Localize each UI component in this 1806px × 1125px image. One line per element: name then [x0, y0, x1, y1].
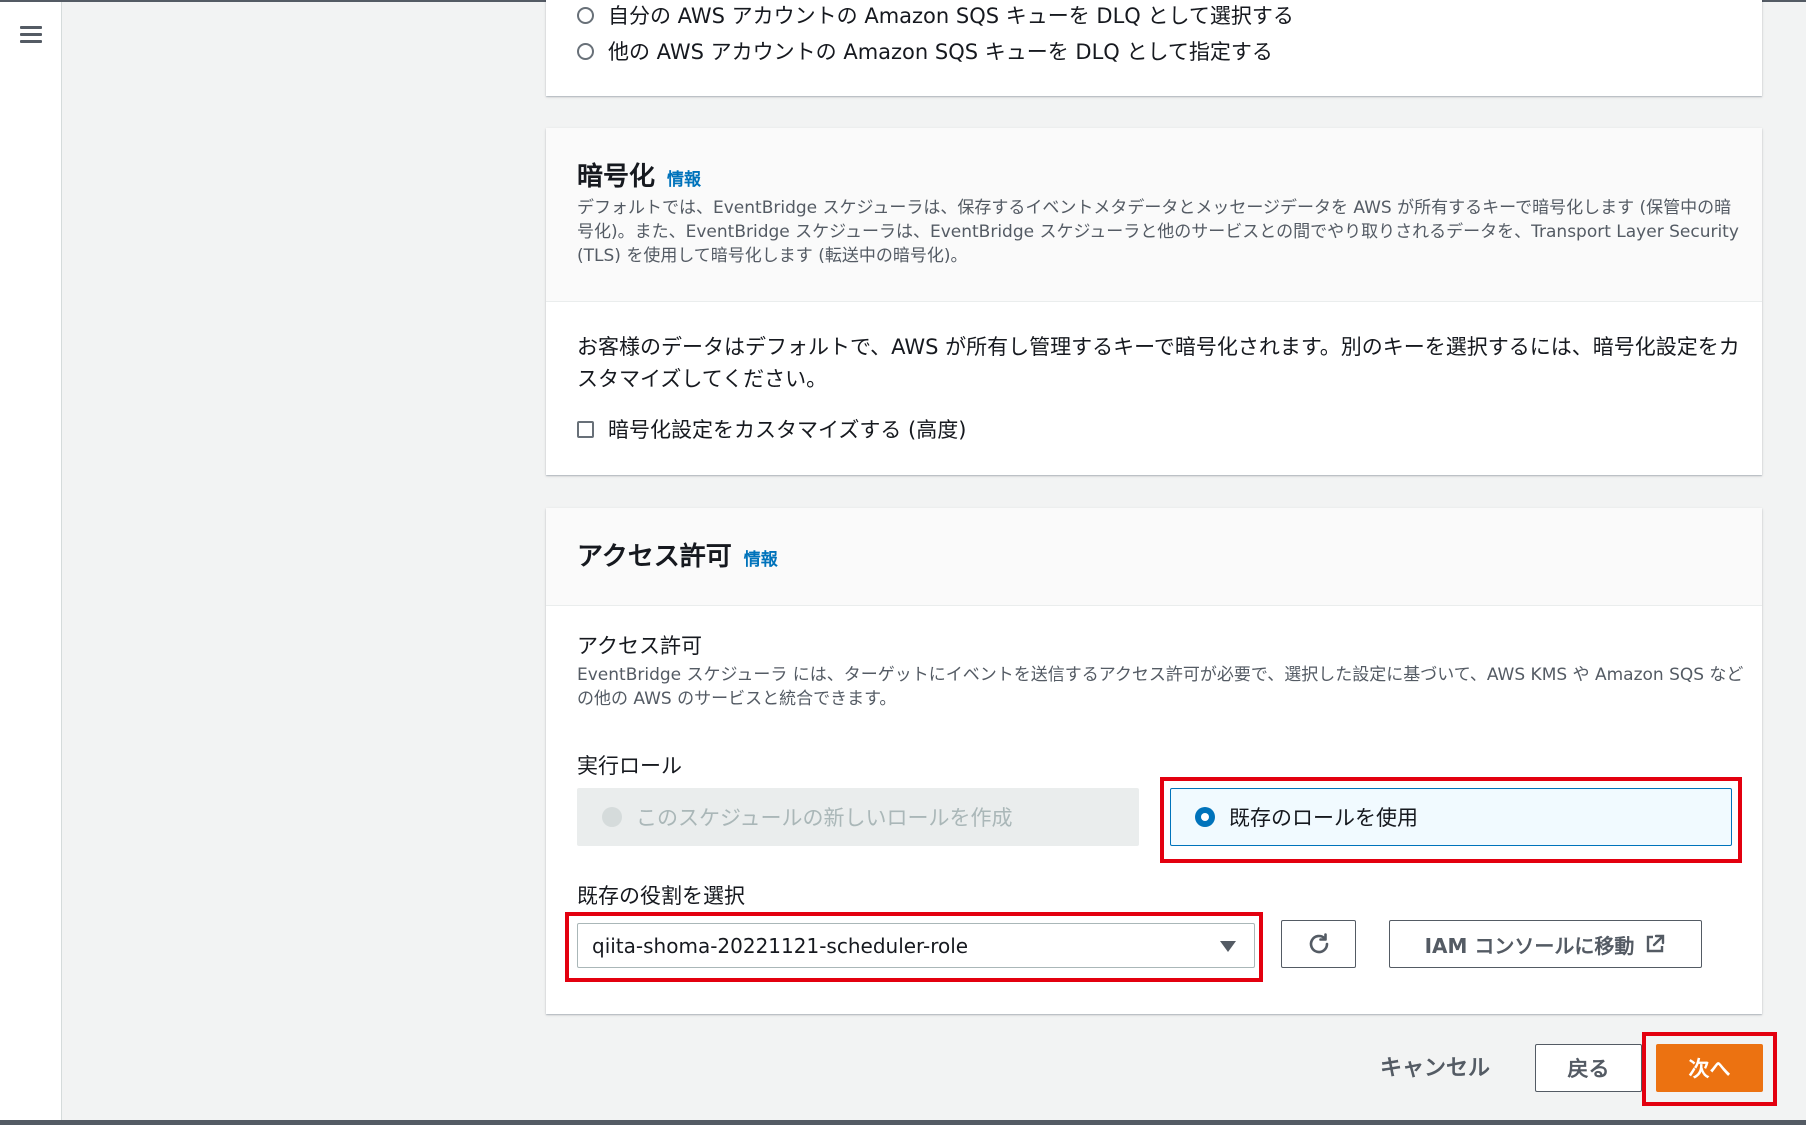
back-button[interactable]: 戻る: [1535, 1044, 1642, 1092]
encryption-body-text: お客様のデータはデフォルトで、AWS が所有し管理するキーで暗号化されます。別の…: [577, 335, 1740, 391]
iam-console-button-label: IAM コンソールに移動: [1424, 933, 1635, 958]
encryption-panel: 暗号化 情報 デフォルトでは、EventBridge スケジューラは、保存するイベ…: [546, 128, 1762, 475]
permissions-title: アクセス許可 情報: [577, 536, 778, 573]
use-existing-role-label: 既存のロールを使用: [1229, 806, 1418, 830]
permissions-panel-header: アクセス許可 情報: [546, 508, 1762, 606]
encryption-title-text: 暗号化: [577, 162, 656, 192]
refresh-roles-button[interactable]: [1281, 920, 1356, 968]
permissions-title-text: アクセス許可: [577, 542, 732, 572]
dlq-option-own-account-label: 自分の AWS アカウントの Amazon SQS キューを DLQ として選択…: [608, 4, 1294, 28]
use-existing-role-tile[interactable]: 既存のロールを使用: [1170, 788, 1732, 846]
menu-icon[interactable]: [20, 26, 42, 44]
refresh-icon: [1309, 933, 1328, 954]
create-new-role-tile: このスケジュールの新しいロールを作成: [577, 788, 1139, 846]
encryption-panel-header: 暗号化 情報 デフォルトでは、EventBridge スケジューラは、保存するイベ…: [546, 128, 1762, 302]
create-new-role-label: このスケジュールの新しいロールを作成: [636, 806, 1013, 830]
permissions-info-link[interactable]: 情報: [744, 550, 778, 570]
customize-encryption-checkbox-row[interactable]: 暗号化設定をカスタマイズする (高度): [577, 414, 966, 444]
existing-role-select-value: qiita-shoma-20221121-scheduler-role: [592, 933, 969, 958]
dlq-option-own-account[interactable]: 自分の AWS アカウントの Amazon SQS キューを DLQ として選択…: [577, 0, 1294, 30]
next-button[interactable]: 次へ: [1656, 1044, 1763, 1092]
dlq-panel: 自分の AWS アカウントの Amazon SQS キューを DLQ として選択…: [546, 0, 1762, 96]
radio-unselected-icon[interactable]: [577, 6, 594, 24]
radio-unselected-icon[interactable]: [577, 42, 594, 60]
execution-role-label: 実行ロール: [577, 754, 682, 778]
permissions-field-description: EventBridge スケジューラ には、ターゲットにイベントを送信するアクセ…: [577, 665, 1744, 709]
window-bottom-border: [0, 1120, 1806, 1125]
dlq-option-other-account[interactable]: 他の AWS アカウントの Amazon SQS キューを DLQ として指定す…: [577, 36, 1273, 66]
cancel-button[interactable]: キャンセル: [1380, 1050, 1490, 1082]
customize-encryption-label: 暗号化設定をカスタマイズする (高度): [608, 418, 967, 442]
radio-disabled-icon: [602, 807, 622, 827]
dlq-option-other-account-label: 他の AWS アカウントの Amazon SQS キューを DLQ として指定す…: [608, 40, 1273, 64]
radio-selected-icon[interactable]: [1195, 807, 1215, 827]
permissions-panel: アクセス許可 情報 アクセス許可 EventBridge スケジューラ には、ター…: [546, 508, 1762, 1014]
external-link-icon: [1647, 934, 1665, 953]
side-navigation-rail: [0, 2, 62, 1120]
select-existing-role-label: 既存の役割を選択: [577, 884, 745, 908]
customize-encryption-checkbox[interactable]: [577, 420, 594, 438]
existing-role-select[interactable]: qiita-shoma-20221121-scheduler-role: [577, 923, 1255, 968]
permissions-field-label: アクセス許可: [577, 634, 702, 658]
encryption-description: デフォルトでは、EventBridge スケジューラは、保存するイベントメタデー…: [577, 198, 1739, 266]
encryption-title: 暗号化 情報: [577, 156, 701, 193]
encryption-info-link[interactable]: 情報: [667, 170, 701, 190]
caret-down-icon: [1220, 941, 1236, 952]
iam-console-button[interactable]: IAM コンソールに移動: [1389, 920, 1702, 968]
